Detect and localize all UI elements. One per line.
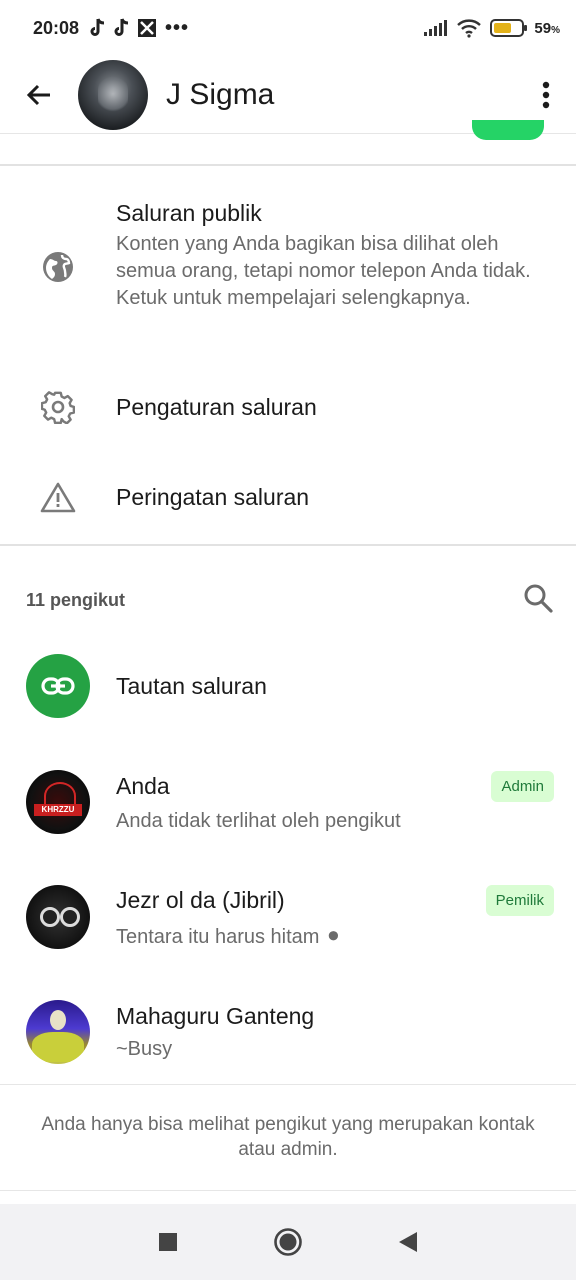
followers-header: 11 pengikut — [0, 572, 576, 628]
link-icon — [41, 677, 75, 695]
member-status: Tentara itu harus hitam ⚫ — [116, 925, 342, 948]
channel-link-title: Tautan saluran — [116, 672, 267, 699]
channel-settings-title: Pengaturan saluran — [116, 393, 317, 420]
member-avatar-wrap — [0, 884, 116, 949]
wifi-icon — [457, 19, 482, 38]
channel-link-text: Tautan saluran — [116, 673, 576, 700]
back-nav-button[interactable] — [391, 1225, 425, 1259]
list-item[interactable]: Mahaguru Ganteng ~Busy — [0, 974, 576, 1089]
followers-search-button[interactable] — [522, 582, 554, 619]
channel-avatar[interactable] — [78, 59, 148, 130]
avatar[interactable] — [26, 884, 90, 949]
status-badge: Admin — [491, 770, 554, 802]
triangle-back-icon — [399, 1232, 417, 1252]
channel-warning-row[interactable]: Peringatan saluran — [0, 452, 576, 542]
status-badge: Pemilik — [485, 884, 554, 916]
divider — [0, 1190, 576, 1191]
member-avatar-wrap — [0, 769, 116, 834]
more-vertical-icon — [542, 81, 550, 108]
member-title-row: Jezr ol da (Jibril) Pemilik — [116, 884, 554, 916]
warning-icon-wrap — [0, 481, 116, 513]
public-description: Konten yang Anda bagikan bisa dilihat ol… — [116, 233, 531, 309]
battery-icon — [490, 19, 528, 37]
app-notification-icon — [138, 19, 157, 37]
globe-icon — [43, 252, 73, 282]
followers-footnote: Anda hanya bisa melihat pengikut yang me… — [41, 1114, 535, 1160]
member-title-row: Anda Admin — [116, 770, 554, 802]
back-button[interactable] — [0, 56, 78, 134]
page-title[interactable]: J Sigma — [166, 78, 274, 112]
member-status: Anda tidak terlihat oleh pengikut — [116, 809, 401, 832]
arrow-left-icon — [26, 84, 50, 105]
notification-icons — [89, 18, 157, 38]
channel-link-row[interactable]: Tautan saluran — [0, 640, 576, 732]
system-nav-bar — [0, 1204, 576, 1280]
member-name: Mahaguru Ganteng — [116, 1002, 315, 1029]
battery-percent-value: 59 — [534, 19, 552, 37]
divider — [0, 1084, 576, 1085]
tiktok-icon — [114, 18, 129, 36]
member-status: ~Busy — [116, 1037, 173, 1060]
tiktok-icon — [90, 18, 105, 36]
list-item[interactable]: Anda Admin Anda tidak terlihat oleh peng… — [0, 744, 576, 859]
signal-icon — [424, 20, 448, 36]
status-bar: 20:08 ••• 59% — [0, 0, 576, 56]
avatar[interactable] — [26, 999, 90, 1064]
search-icon — [524, 584, 553, 613]
status-time: 20:08 — [33, 17, 80, 38]
public-text: Saluran publik Konten yang Anda bagikan … — [116, 200, 576, 312]
member-avatar-wrap — [0, 999, 116, 1064]
channel-warning-title: Peringatan saluran — [116, 483, 310, 510]
member-title-row: Mahaguru Ganteng — [116, 1003, 554, 1030]
followers-count: 11 pengikut — [26, 589, 126, 610]
square-icon — [159, 1233, 177, 1251]
home-button[interactable] — [271, 1225, 305, 1259]
public-title: Saluran publik — [116, 200, 262, 226]
more-notifications-icon: ••• — [165, 16, 190, 39]
battery-percent-sign: % — [551, 24, 560, 36]
warning-triangle-icon — [40, 482, 76, 513]
followers-list: Tautan saluran Anda Admin Anda tidak ter… — [0, 640, 576, 1089]
member-text: Jezr ol da (Jibril) Pemilik Tentara itu … — [116, 884, 576, 949]
member-name: Anda — [116, 772, 170, 799]
public-channel-row[interactable]: Saluran publik Konten yang Anda bagikan … — [0, 166, 576, 362]
public-icon-wrap — [0, 200, 116, 284]
recents-button[interactable] — [151, 1225, 185, 1259]
circle-icon — [274, 1228, 302, 1256]
battery-percent: 59% — [534, 20, 560, 37]
settings-icon-wrap — [0, 390, 116, 424]
divider — [0, 544, 576, 546]
gear-icon — [41, 391, 75, 424]
battery-indicator: 59% — [490, 19, 560, 37]
member-text: Anda Admin Anda tidak terlihat oleh peng… — [116, 770, 576, 833]
channel-settings-row[interactable]: Pengaturan saluran — [0, 362, 576, 452]
system-icons: 59% — [424, 18, 560, 38]
list-item[interactable]: Jezr ol da (Jibril) Pemilik Tentara itu … — [0, 859, 576, 974]
partially-visible-button[interactable] — [472, 120, 544, 140]
link-avatar-wrap — [0, 654, 116, 718]
member-name: Jezr ol da (Jibril) — [116, 886, 285, 913]
member-text: Mahaguru Ganteng ~Busy — [116, 1003, 576, 1061]
link-avatar — [26, 654, 90, 718]
channel-settings-section: Saluran publik Konten yang Anda bagikan … — [0, 166, 576, 542]
avatar[interactable] — [26, 769, 90, 834]
